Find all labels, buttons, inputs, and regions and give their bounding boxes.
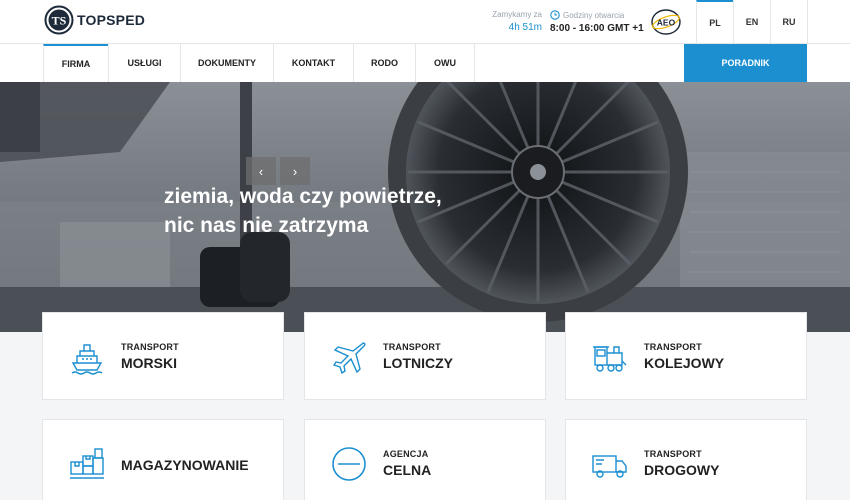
closing-value: 4h 51m	[508, 22, 542, 33]
brand-name: TOPSPED	[77, 12, 146, 28]
hero-headline: ziemia, woda czy powietrze, nic nas nie …	[164, 182, 442, 240]
service-card-air[interactable]: TRANSPORT LOTNICZY	[304, 312, 546, 400]
logo-mark-text: TS	[52, 14, 67, 28]
service-card-road-text: TRANSPORT DROGOWY	[644, 420, 719, 500]
service-card-warehouse[interactable]: MAGAZYNOWANIE	[42, 419, 284, 500]
nav-poradnik[interactable]: PORADNIK	[684, 44, 807, 82]
nav-kontakt[interactable]: KONTAKT	[273, 44, 353, 82]
service-card-warehouse-title: MAGAZYNOWANIE	[121, 456, 249, 473]
opening-hours: Godziny otwarcia 8:00 - 16:00 GMT +1	[550, 10, 644, 34]
service-card-road-kicker: TRANSPORT	[644, 448, 702, 459]
ship-icon	[71, 344, 103, 375]
service-card-customs-title: CELNA	[383, 461, 432, 478]
service-card-road[interactable]: TRANSPORT DROGOWY	[565, 419, 807, 500]
service-card-rail[interactable]: TRANSPORT KOLEJOWY	[565, 312, 807, 400]
slider-next-button[interactable]: ›	[280, 157, 310, 185]
lang-ru[interactable]: RU	[770, 0, 807, 44]
chevron-right-icon: ›	[292, 163, 298, 179]
clock-icon	[550, 10, 560, 20]
logo[interactable]: TS TOPSPED	[44, 5, 145, 35]
service-card-rail-text: TRANSPORT KOLEJOWY	[644, 313, 724, 399]
aeo-badge-text: AEO	[657, 18, 676, 28]
service-card-sea-text: TRANSPORT MORSKI	[121, 313, 179, 399]
service-card-air-kicker: TRANSPORT	[383, 341, 441, 352]
warehouse-boxes-icon	[70, 448, 104, 479]
lang-pl[interactable]: PL	[696, 0, 733, 44]
closing-label: Zamykamy za	[492, 10, 542, 19]
aeo-badge-icon: AEO	[651, 9, 681, 35]
service-card-sea[interactable]: TRANSPORT MORSKI	[42, 312, 284, 400]
service-card-customs-text: AGENCJA CELNA	[383, 420, 431, 500]
chevron-left-icon: ‹	[258, 163, 264, 179]
customs-icon	[332, 447, 366, 481]
opening-hours-label: Godziny otwarcia	[563, 10, 625, 20]
hero-slider: ‹ › ziemia, woda czy powietrze, nic nas …	[0, 82, 850, 332]
top-bar: TS TOPSPED Zamykamy za 4h 51m Godziny ot…	[0, 0, 850, 44]
service-card-warehouse-text: MAGAZYNOWANIE	[121, 420, 249, 500]
opening-hours-value: 8:00 - 16:00 GMT +1	[550, 23, 644, 34]
service-card-air-title: LOTNICZY	[383, 354, 453, 371]
hero-line-1: ziemia, woda czy powietrze,	[164, 185, 442, 208]
service-card-road-title: DROGOWY	[644, 461, 720, 478]
service-card-customs-kicker: AGENCJA	[383, 448, 429, 459]
nav-firma[interactable]: FIRMA	[43, 44, 108, 82]
nav-dokumenty[interactable]: DOKUMENTY	[180, 44, 273, 82]
main-nav: FIRMA USŁUGI DOKUMENTY KONTAKT RODO OWU …	[0, 44, 850, 82]
closing-countdown: Zamykamy za 4h 51m	[480, 10, 542, 33]
lang-en[interactable]: EN	[733, 0, 770, 44]
opening-hours-label-row: Godziny otwarcia	[550, 10, 644, 20]
nav-owu[interactable]: OWU	[415, 44, 474, 82]
train-icon	[593, 346, 627, 372]
service-card-air-text: TRANSPORT LOTNICZY	[383, 313, 453, 399]
service-card-rail-kicker: TRANSPORT	[644, 341, 702, 352]
service-card-sea-title: MORSKI	[121, 354, 177, 371]
nav-rodo[interactable]: RODO	[353, 44, 415, 82]
plane-icon	[332, 342, 366, 375]
service-card-customs[interactable]: AGENCJA CELNA	[304, 419, 546, 500]
slider-prev-button[interactable]: ‹	[246, 157, 276, 185]
service-card-sea-kicker: TRANSPORT	[121, 341, 179, 352]
hero-line-2: nic nas nie zatrzyma	[164, 214, 369, 237]
nav-uslugi[interactable]: USŁUGI	[108, 44, 180, 82]
service-card-rail-title: KOLEJOWY	[644, 354, 725, 371]
lang-divider	[807, 0, 808, 44]
truck-icon	[592, 455, 627, 478]
nav-divider	[474, 44, 475, 82]
logo-icon: TS	[44, 5, 74, 35]
